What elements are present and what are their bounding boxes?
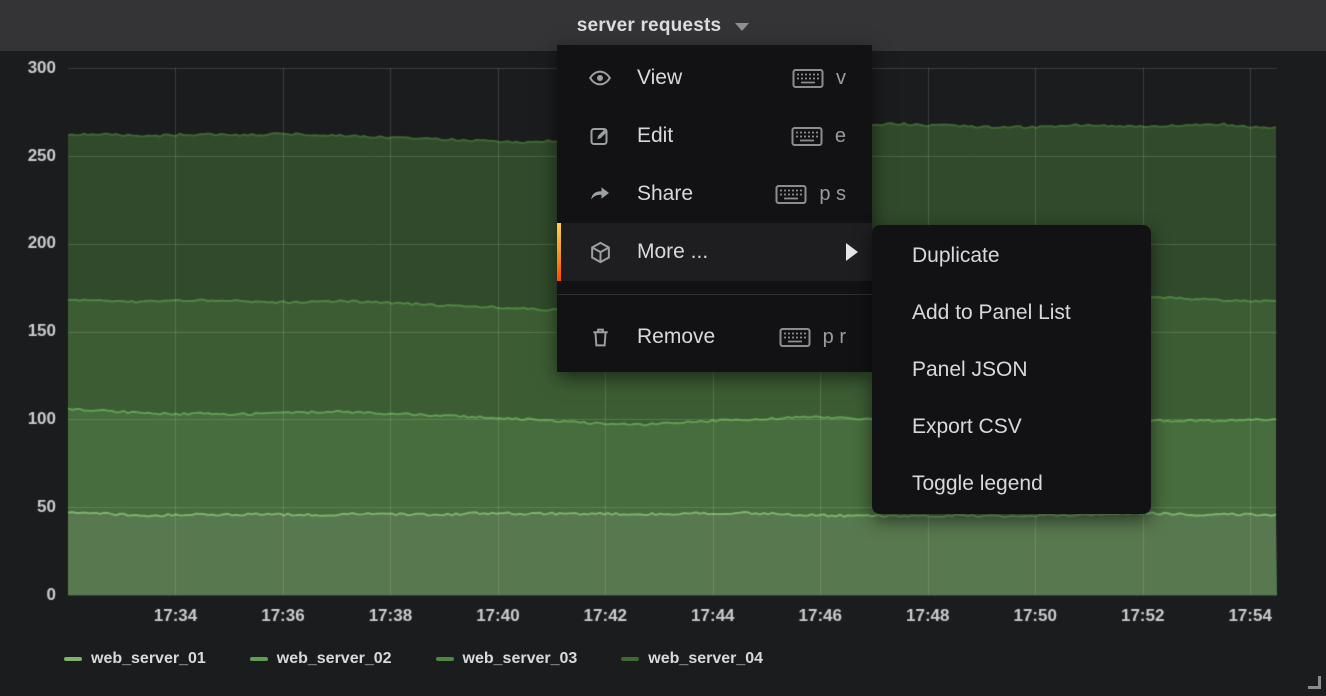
legend-label[interactable]: web_server_03 [463,650,578,668]
panel-header[interactable]: server requests [0,0,1326,51]
legend: web_server_01 web_server_02 web_server_0… [64,650,807,668]
shortcut-keys: e [835,125,846,148]
shortcut: e [791,125,846,148]
menu-divider [557,294,872,295]
submenu-item-duplicate[interactable]: Duplicate [872,227,1151,284]
panel-title[interactable]: server requests [577,15,722,37]
keyboard-icon [791,126,823,147]
menu-item-share[interactable]: Share p s [557,165,872,223]
shortcut-keys: v [836,67,846,90]
keyboard-icon [792,68,824,89]
submenu-item-export-csv[interactable]: Export CSV [872,398,1151,455]
submenu-item-toggle-legend[interactable]: Toggle legend [872,455,1151,512]
edit-icon [587,123,613,149]
more-submenu: Duplicate Add to Panel List Panel JSON E… [872,225,1151,514]
menu-item-view[interactable]: View v [557,49,872,107]
legend-label[interactable]: web_server_02 [277,650,392,668]
share-icon [587,181,613,207]
cube-icon [587,239,613,265]
legend-label[interactable]: web_server_04 [648,650,763,668]
legend-swatch [250,657,268,661]
submenu-arrow-icon [846,243,858,261]
menu-item-edit[interactable]: Edit e [557,107,872,165]
submenu-item-panel-json[interactable]: Panel JSON [872,341,1151,398]
grafana-panel: server requests web_server_01 web_server… [0,0,1326,696]
shortcut: p s [775,183,846,206]
panel-menu: View v Edit e Share [557,45,872,372]
legend-swatch [64,657,82,661]
shortcut-keys: p r [823,326,846,349]
menu-item-label: Remove [637,325,779,349]
keyboard-icon [779,327,811,348]
legend-label[interactable]: web_server_01 [91,650,206,668]
legend-item-web-server-03[interactable]: web_server_03 [436,650,578,668]
menu-item-label: View [637,66,792,90]
menu-item-label: More ... [637,240,846,264]
keyboard-icon [775,184,807,205]
submenu-item-add-to-panel-list[interactable]: Add to Panel List [872,284,1151,341]
menu-item-label: Edit [637,124,791,148]
eye-icon [587,65,613,91]
legend-swatch [436,657,454,661]
menu-item-more[interactable]: More ... [557,223,872,281]
legend-item-web-server-04[interactable]: web_server_04 [621,650,763,668]
legend-item-web-server-01[interactable]: web_server_01 [64,650,206,668]
menu-item-label: Share [637,182,775,206]
legend-swatch [621,657,639,661]
resize-handle-icon[interactable] [1308,676,1321,689]
menu-item-remove[interactable]: Remove p r [557,308,872,366]
trash-icon [587,324,613,350]
shortcut: p r [779,326,846,349]
shortcut: v [792,67,846,90]
shortcut-keys: p s [819,183,846,206]
hover-accent-bar [557,223,561,281]
legend-item-web-server-02[interactable]: web_server_02 [250,650,392,668]
chevron-down-icon [735,23,749,31]
